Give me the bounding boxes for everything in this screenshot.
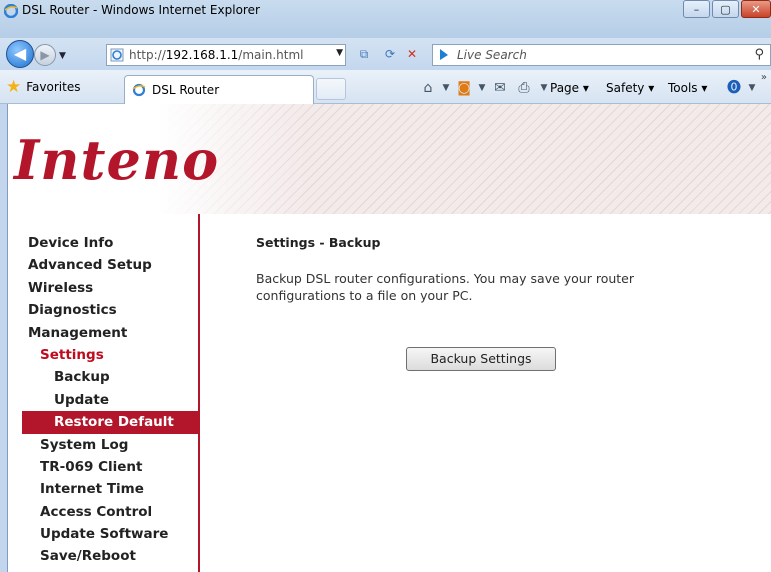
- address-bar[interactable]: http://192.168.1.1/main.html ▼: [106, 44, 346, 66]
- favorites-bar: ★ Favorites DSL Router ⌂ ▼ ◙ ▼ ✉ ⎙ ▼ Pag…: [0, 70, 771, 104]
- help-dropdown-icon[interactable]: ▼: [742, 78, 762, 98]
- url-prefix: http://: [129, 48, 166, 62]
- description-line-1: Backup DSL router configurations. You ma…: [256, 271, 635, 286]
- search-placeholder: Live Search: [457, 48, 527, 62]
- menu-item-backup[interactable]: Backup: [8, 366, 198, 388]
- forward-arrow-icon: ▶: [40, 48, 50, 62]
- main-content: Settings - Backup Backup DSL router conf…: [200, 214, 771, 572]
- menu-item-update[interactable]: Update: [8, 389, 198, 411]
- page-icon: [110, 48, 124, 62]
- favorites-label: Favorites: [26, 80, 81, 94]
- url-host: 192.168.1.1: [165, 48, 239, 62]
- favorites-button[interactable]: ★ Favorites: [6, 76, 80, 98]
- feeds-icon[interactable]: ◙: [454, 78, 474, 98]
- description-line-2: configurations to a file on your PC.: [256, 288, 473, 303]
- history-dropdown-icon[interactable]: ▼: [59, 51, 66, 61]
- new-tab-button[interactable]: [316, 78, 346, 100]
- stop-icon[interactable]: ✕: [404, 46, 420, 62]
- backup-settings-button[interactable]: Backup Settings: [406, 347, 556, 371]
- menu-item-update-software[interactable]: Update Software: [8, 523, 198, 545]
- help-icon[interactable]: ⓿: [724, 78, 744, 98]
- page-description: Backup DSL router configurations. You ma…: [256, 270, 696, 304]
- menu-item-access-control[interactable]: Access Control: [8, 501, 198, 523]
- mail-icon[interactable]: ✉: [490, 78, 510, 98]
- navigation-menu: Device Info Advanced Setup Wireless Diag…: [8, 232, 198, 568]
- menu-item-device-info[interactable]: Device Info: [8, 232, 198, 254]
- close-window-button[interactable]: ✕: [741, 0, 771, 18]
- star-icon: ★: [6, 77, 22, 97]
- window-controls: – ▢ ✕: [681, 0, 771, 20]
- menu-item-tr069-client[interactable]: TR-069 Client: [8, 456, 198, 478]
- address-toolbar: ◀ ▶ ▼ http://192.168.1.1/main.html ▼ ⧉ ⟳…: [0, 38, 771, 70]
- home-icon[interactable]: ⌂: [418, 78, 438, 98]
- menu-item-diagnostics[interactable]: Diagnostics: [8, 299, 198, 321]
- menu-item-save-reboot[interactable]: Save/Reboot: [8, 545, 198, 567]
- tab-title: DSL Router: [152, 83, 220, 97]
- back-arrow-icon: ◀: [13, 44, 27, 63]
- navigation-sidebar: Device Info Advanced Setup Wireless Diag…: [8, 214, 200, 572]
- home-dropdown-icon[interactable]: ▼: [436, 78, 456, 98]
- menu-item-advanced-setup[interactable]: Advanced Setup: [8, 254, 198, 276]
- more-commands-chevron-icon[interactable]: »: [761, 72, 767, 83]
- refresh-icon[interactable]: ⟳: [382, 46, 398, 62]
- menu-item-internet-time[interactable]: Internet Time: [8, 478, 198, 500]
- window-left-frame: [0, 104, 8, 572]
- page-title: Settings - Backup: [256, 235, 381, 250]
- menu-item-system-log[interactable]: System Log: [8, 434, 198, 456]
- search-icon[interactable]: ⚲: [754, 47, 764, 62]
- live-search-logo-icon: [440, 49, 448, 60]
- minimize-button[interactable]: –: [683, 0, 710, 18]
- page-menu[interactable]: Page ▾: [550, 78, 589, 98]
- search-box[interactable]: Live Search ⚲: [432, 44, 771, 66]
- menu-item-settings[interactable]: Settings: [8, 344, 198, 366]
- url-text[interactable]: http://192.168.1.1/main.html: [129, 48, 303, 62]
- ie-logo-icon: [4, 4, 18, 18]
- compatibility-view-icon[interactable]: ⧉: [356, 46, 372, 62]
- menu-item-restore-default[interactable]: Restore Default: [22, 411, 198, 434]
- feeds-dropdown-icon[interactable]: ▼: [472, 78, 492, 98]
- maximize-button[interactable]: ▢: [712, 0, 739, 18]
- window-title: DSL Router - Windows Internet Explorer: [22, 3, 260, 17]
- print-icon[interactable]: ⎙: [514, 78, 534, 98]
- url-path: /main.html: [238, 48, 304, 62]
- safety-menu[interactable]: Safety ▾: [606, 78, 654, 98]
- ie-tab-icon: [132, 83, 146, 97]
- forward-button[interactable]: ▶: [34, 44, 56, 66]
- tab-dsl-router[interactable]: DSL Router: [124, 75, 314, 104]
- address-dropdown-icon[interactable]: ▼: [336, 48, 343, 58]
- tools-menu[interactable]: Tools ▾: [668, 78, 707, 98]
- header-banner: Inteno: [8, 104, 771, 215]
- menu-item-wireless[interactable]: Wireless: [8, 277, 198, 299]
- menu-item-management[interactable]: Management: [8, 322, 198, 344]
- inteno-logo: Inteno: [14, 128, 220, 192]
- back-button[interactable]: ◀: [6, 40, 34, 68]
- window-title-bar: DSL Router - Windows Internet Explorer –…: [0, 0, 771, 38]
